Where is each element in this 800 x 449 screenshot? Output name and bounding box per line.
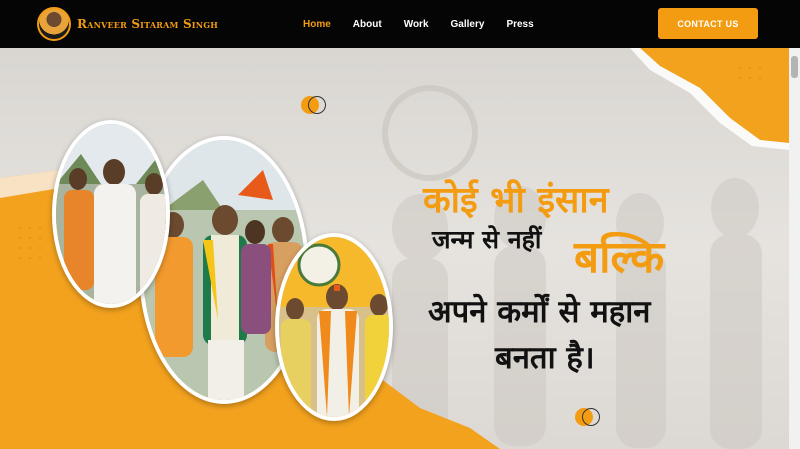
contact-us-button[interactable]: CONTACT US — [658, 8, 758, 39]
brand-logo[interactable]: Ranveer Sitaram Singh — [37, 7, 218, 41]
site-header: Ranveer Sitaram Singh Home About Work Ga… — [0, 0, 800, 48]
nav-work[interactable]: Work — [404, 19, 429, 30]
nav-press[interactable]: Press — [506, 19, 533, 30]
quote-line-4: बनता है। — [495, 340, 595, 376]
nav-gallery[interactable]: Gallery — [451, 19, 485, 30]
photo-rally-right — [275, 233, 393, 421]
brand-name: Ranveer Sitaram Singh — [77, 17, 219, 31]
photo-rally-left — [52, 120, 170, 308]
main-nav: Home About Work Gallery Press — [303, 0, 556, 48]
page-scrollbar[interactable] — [789, 48, 800, 449]
nav-home[interactable]: Home — [303, 19, 331, 30]
hero-section: कोई भी इंसान जन्म से नहीं बल्कि अपने कर्… — [0, 48, 789, 449]
logo-avatar — [37, 7, 71, 41]
quote-line-3: अपने कर्मों से महान — [428, 294, 651, 330]
quote-line-1: कोई भी इंसान — [423, 180, 609, 221]
quote-line-2: जन्म से नहीं — [432, 225, 542, 254]
scrollbar-thumb[interactable] — [791, 56, 798, 78]
quote-emphasis: बल्कि — [574, 232, 665, 283]
nav-about[interactable]: About — [353, 19, 382, 30]
decorative-circles-top — [301, 96, 326, 116]
decorative-circles-bottom — [575, 408, 600, 428]
